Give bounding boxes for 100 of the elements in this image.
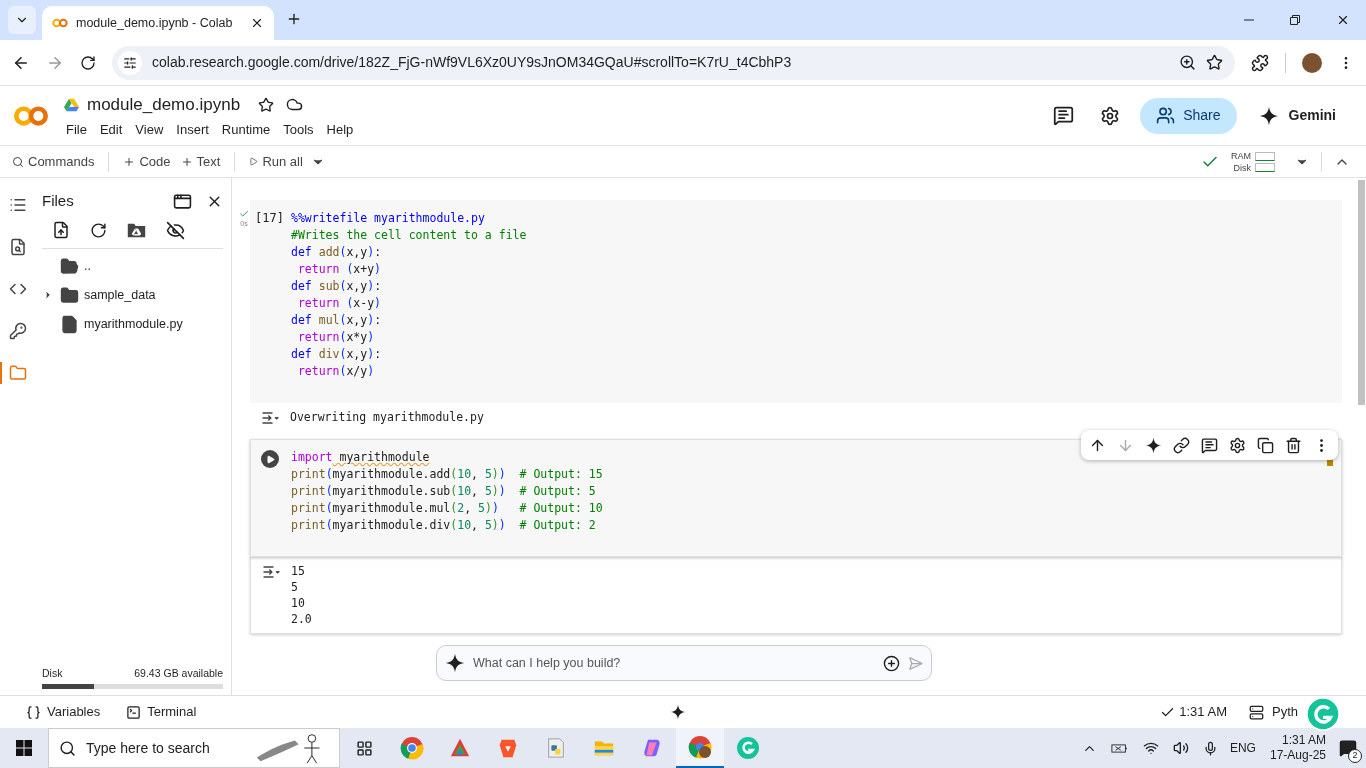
- terminal-button[interactable]: Terminal: [126, 702, 197, 722]
- plus-icon: [180, 155, 193, 168]
- file-name[interactable]: sample_data: [84, 285, 156, 305]
- play-icon: [249, 157, 259, 166]
- variables-button[interactable]: Variables: [26, 702, 101, 722]
- code-line: return (x-y): [296, 295, 383, 312]
- menu-item[interactable]: File: [66, 119, 87, 139]
- file-name[interactable]: myarithmodule.py: [84, 314, 183, 334]
- runtime-icon[interactable]: [1249, 704, 1264, 720]
- add-icon[interactable]: [883, 654, 900, 672]
- output-toggle-icon[interactable]: [261, 565, 281, 579]
- add-code-button[interactable]: Code: [123, 151, 171, 172]
- code-line: print(myarithmodule.add(10, 5)) # Output: 15: [291, 466, 604, 483]
- close-icon[interactable]: [250, 16, 264, 30]
- terminal-icon: [126, 704, 142, 720]
- code-line: import myarithmodule: [291, 449, 431, 466]
- menu-item[interactable]: Edit: [99, 119, 123, 139]
- output-text: 5: [291, 579, 299, 595]
- wifi-icon: [1142, 740, 1159, 756]
- sparkle-icon: [445, 653, 465, 673]
- menu-item[interactable]: Runtime: [221, 119, 271, 139]
- code-line: return(x/y): [296, 363, 376, 380]
- site-info-icon[interactable]: [123, 55, 137, 70]
- code-line: print(myarithmodule.sub(10, 5)) # Output: 5: [291, 483, 597, 500]
- document-search-icon[interactable]: [9, 238, 27, 256]
- search-input[interactable]: Type here to search: [86, 737, 226, 759]
- sparkle-icon: [1145, 436, 1162, 454]
- delete-icon[interactable]: [1285, 436, 1302, 454]
- upload-icon[interactable]: [52, 221, 70, 239]
- menu-item[interactable]: Tools: [283, 119, 314, 139]
- play-icon: [265, 454, 275, 464]
- disk-label: Disk: [1233, 161, 1251, 174]
- taskbar-search-field[interactable]: Type here to search: [48, 728, 340, 768]
- address-bar[interactable]: colab.research.google.com/drive/182Z_FjG-nWf9VL6Xz0UY9sJnOM34GQaU#scrollTo=K7rU_t4CbhP3: [112, 45, 1235, 80]
- run-cell-button[interactable]: [261, 450, 279, 468]
- gemini-prompt-field[interactable]: What can I help you build?: [436, 645, 932, 681]
- close-window-icon[interactable]: [1336, 13, 1350, 27]
- files-title: Files: [42, 191, 75, 211]
- folder-icon[interactable]: [9, 364, 27, 382]
- output-text: 10: [291, 595, 306, 611]
- volume-icon[interactable]: [1172, 740, 1189, 756]
- disk-label: Disk: [42, 666, 64, 682]
- gemini-button[interactable]: Gemini: [1258, 105, 1336, 126]
- zoom-icon[interactable]: [1179, 54, 1196, 71]
- new-tab-icon[interactable]: [286, 11, 302, 27]
- refresh-icon[interactable]: [90, 221, 107, 239]
- list-icon[interactable]: [9, 196, 27, 214]
- code-line: def sub(x,y):: [291, 278, 383, 295]
- code-cell[interactable]: import myarithmodule print(myarithmodule.add(10, 5)) # Output: 15 print(myarithmodule.sub(10, 5)) # Output: 5 print(myarithmodule.mul(2, 5)) # Output: 10 print(myarithmodule.div(10, 5)) # Output: 2: [250, 439, 1342, 557]
- colab-logo-icon: [52, 18, 68, 28]
- language-indicator[interactable]: ENG: [1229, 739, 1256, 757]
- prompt-input[interactable]: What can I help you build?: [473, 653, 875, 673]
- battery-icon: [1110, 741, 1129, 755]
- chrome-profile-icon[interactable]: [676, 728, 724, 768]
- profile-avatar[interactable]: [1302, 52, 1322, 73]
- execution-count: [17]: [255, 210, 285, 227]
- success-check-icon: [239, 209, 249, 219]
- commands-button[interactable]: Commands: [12, 151, 95, 172]
- output-text: Overwriting myarithmodule.py: [290, 409, 484, 425]
- ram-label: RAM: [1231, 149, 1251, 162]
- share-button[interactable]: Share: [1140, 97, 1237, 134]
- code-line: return (x+y): [296, 261, 383, 278]
- scrollbar[interactable]: [1357, 180, 1365, 405]
- code-line: print(myarithmodule.mul(2, 5)) # Output: 10: [291, 500, 604, 517]
- url-text: colab.research.google.com/drive/182Z_FjG-nWf9VL6Xz0UY9sJnOM34GQaU#scrollTo=K7rU_t4CbhP3: [152, 53, 793, 72]
- settings-icon[interactable]: [1100, 105, 1121, 126]
- expand-arrow-icon[interactable]: [43, 290, 53, 300]
- disk-meter: [1255, 162, 1275, 172]
- star-icon[interactable]: [258, 96, 275, 113]
- bookmark-star-icon[interactable]: [1206, 54, 1223, 71]
- key-icon[interactable]: [9, 322, 27, 340]
- link-icon[interactable]: [1173, 436, 1190, 454]
- output-toggle-icon[interactable]: [260, 411, 280, 425]
- browser-tab[interactable]: module_demo.ipynb - Colab: [42, 6, 274, 40]
- settings-icon[interactable]: [1229, 436, 1246, 454]
- search-icon: [59, 739, 76, 757]
- notebook-title[interactable]: module_demo.ipynb: [87, 92, 241, 118]
- mirror-cell-icon[interactable]: [1257, 436, 1274, 454]
- clock[interactable]: 1:31 AM 17-Aug-25: [1269, 733, 1326, 763]
- menu-item[interactable]: Insert: [176, 119, 209, 139]
- restore-icon[interactable]: [1290, 15, 1300, 25]
- menu-item[interactable]: Help: [326, 119, 354, 139]
- add-text-button[interactable]: Text: [180, 151, 221, 172]
- menu-item[interactable]: View: [135, 119, 164, 139]
- search-icon: [12, 155, 24, 168]
- runtime-label: Pyth: [1272, 703, 1298, 722]
- file-name[interactable]: ..: [84, 256, 91, 276]
- extensions-icon[interactable]: [1251, 53, 1269, 72]
- tab-title: module_demo.ipynb - Colab: [76, 14, 234, 32]
- drive-folder-icon[interactable]: [127, 222, 146, 238]
- code-line: def div(x,y):: [291, 346, 383, 363]
- comments-icon[interactable]: [1053, 105, 1075, 126]
- run-all-button[interactable]: Run all: [249, 151, 303, 172]
- open-in-tab-icon[interactable]: [173, 191, 192, 211]
- comment-icon[interactable]: [1201, 436, 1218, 454]
- people-icon: [1156, 106, 1176, 125]
- folder-icon: [60, 256, 79, 276]
- code-line: #Writes the cell content to a file: [291, 227, 528, 244]
- reload-icon[interactable]: [80, 54, 96, 71]
- hide-icon[interactable]: [166, 220, 185, 240]
